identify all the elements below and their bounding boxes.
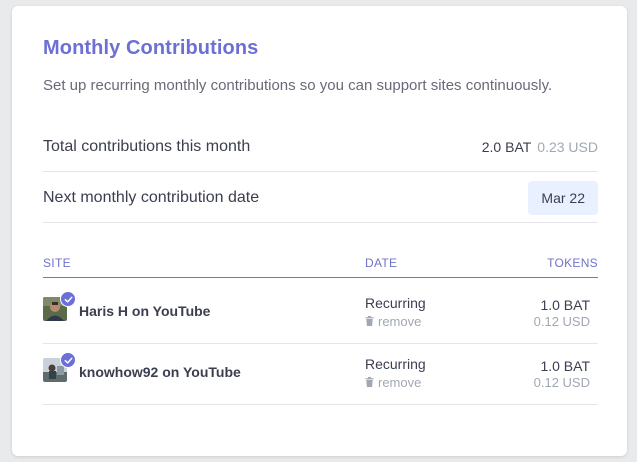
column-header-tokens: TOKENS	[547, 256, 598, 270]
remove-button[interactable]: remove	[365, 314, 421, 329]
token-usd-value: 0.12 USD	[533, 375, 590, 390]
contribution-date-type: Recurring	[365, 295, 426, 311]
remove-label: remove	[378, 375, 422, 390]
site-name-link[interactable]: Haris H on YouTube	[79, 303, 210, 319]
trash-icon	[365, 375, 374, 390]
verified-check-icon	[60, 352, 76, 368]
total-contributions-amount: 2.0 BAT 0.23 USD	[482, 139, 598, 155]
panel-subtitle: Set up recurring monthly contributions s…	[43, 77, 553, 94]
table-row: knowhow92 on YouTube Recurring remove 1.…	[43, 344, 598, 405]
token-usd-value: 0.12 USD	[533, 314, 590, 329]
column-header-site: SITE	[43, 256, 71, 270]
table-row: Haris H on YouTube Recurring remove 1.0 …	[43, 283, 598, 344]
total-bat-value: 2.0 BAT	[481, 138, 532, 155]
total-usd-value: 0.23 USD	[537, 138, 598, 155]
site-name-link[interactable]: knowhow92 on YouTube	[79, 364, 241, 380]
total-contributions-row: Total contributions this month 2.0 BAT 0.…	[43, 122, 598, 172]
trash-icon	[365, 314, 374, 329]
verified-check-icon	[60, 291, 76, 307]
token-bat-value: 1.0 BAT	[540, 297, 590, 313]
total-contributions-label: Total contributions this month	[43, 137, 251, 155]
monthly-contributions-panel: Monthly Contributions Set up recurring m…	[12, 6, 627, 456]
token-bat-value: 1.0 BAT	[540, 358, 590, 374]
panel-title: Monthly Contributions	[43, 37, 259, 59]
remove-button[interactable]: remove	[365, 375, 421, 390]
column-header-date: DATE	[365, 256, 398, 270]
contributions-table-header: SITE DATE TOKENS	[43, 252, 598, 278]
next-contribution-row: Next monthly contribution date Mar 22	[43, 173, 598, 223]
next-contribution-date-badge: Mar 22	[528, 180, 598, 215]
next-contribution-label: Next monthly contribution date	[43, 188, 260, 206]
remove-label: remove	[378, 314, 422, 329]
site-avatar[interactable]	[43, 291, 76, 321]
site-avatar[interactable]	[43, 352, 76, 382]
contribution-date-type: Recurring	[365, 356, 426, 372]
